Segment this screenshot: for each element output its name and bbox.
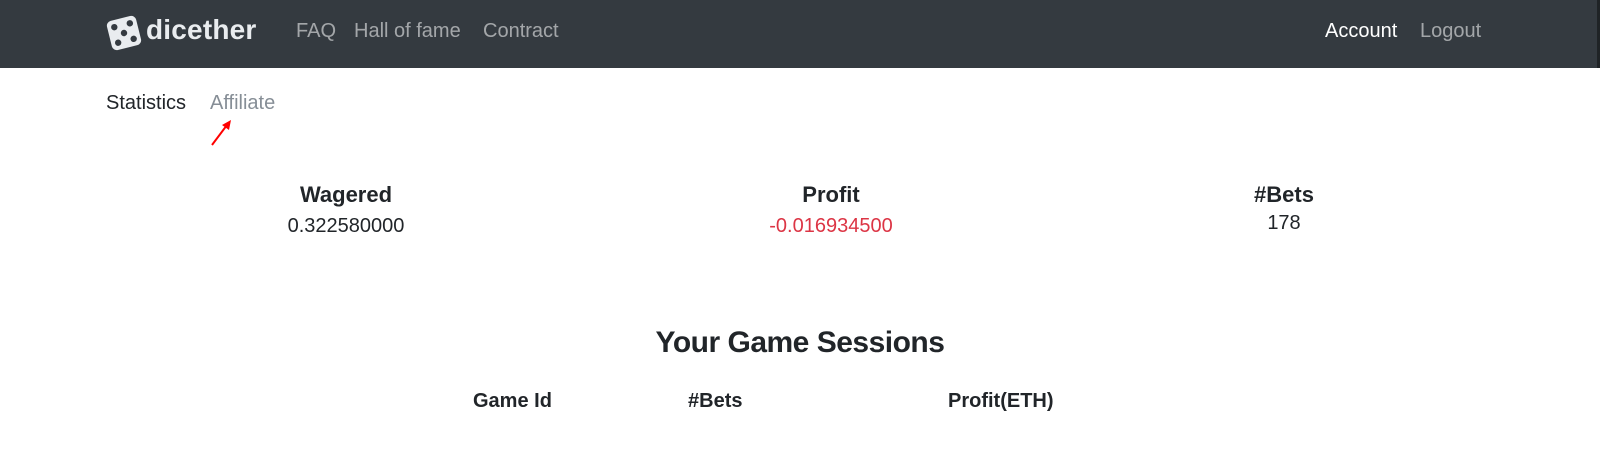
stat-wagered: Wagered 0.322580000 — [196, 180, 496, 239]
nav-link-hall-of-fame[interactable]: Hall of fame — [354, 20, 461, 43]
nav-link-faq[interactable]: FAQ — [296, 20, 336, 43]
top-navbar: dicether FAQ Hall of fame Contract Accou… — [0, 0, 1600, 68]
stat-bets-value: 178 — [1267, 212, 1301, 234]
stat-bets-label: #Bets — [1254, 182, 1314, 207]
annotation-arrow-icon — [211, 120, 231, 146]
stat-profit-value: -0.016934500 — [769, 215, 893, 237]
stat-profit-label: Profit — [802, 182, 860, 207]
stat-bets: #Bets 178 — [1134, 180, 1434, 236]
dice-icon — [106, 15, 142, 51]
column-header-profit: Profit(ETH) — [948, 390, 1054, 412]
stat-wagered-value: 0.322580000 — [287, 215, 405, 237]
stat-wagered-label: Wagered — [299, 182, 393, 207]
stat-profit: Profit -0.016934500 — [681, 180, 981, 239]
game-sessions-title: Your Game Sessions — [655, 326, 945, 359]
tab-affiliate[interactable]: Affiliate — [210, 92, 275, 115]
column-header-game-id: Game Id — [473, 390, 552, 412]
nav-link-account[interactable]: Account — [1325, 20, 1397, 43]
nav-link-logout[interactable]: Logout — [1420, 20, 1481, 43]
brand-link[interactable]: dicether — [104, 12, 257, 54]
nav-link-contract[interactable]: Contract — [483, 20, 559, 43]
tab-statistics[interactable]: Statistics — [106, 92, 186, 115]
brand-name: dicether — [146, 14, 257, 45]
column-header-bets: #Bets — [688, 390, 743, 412]
